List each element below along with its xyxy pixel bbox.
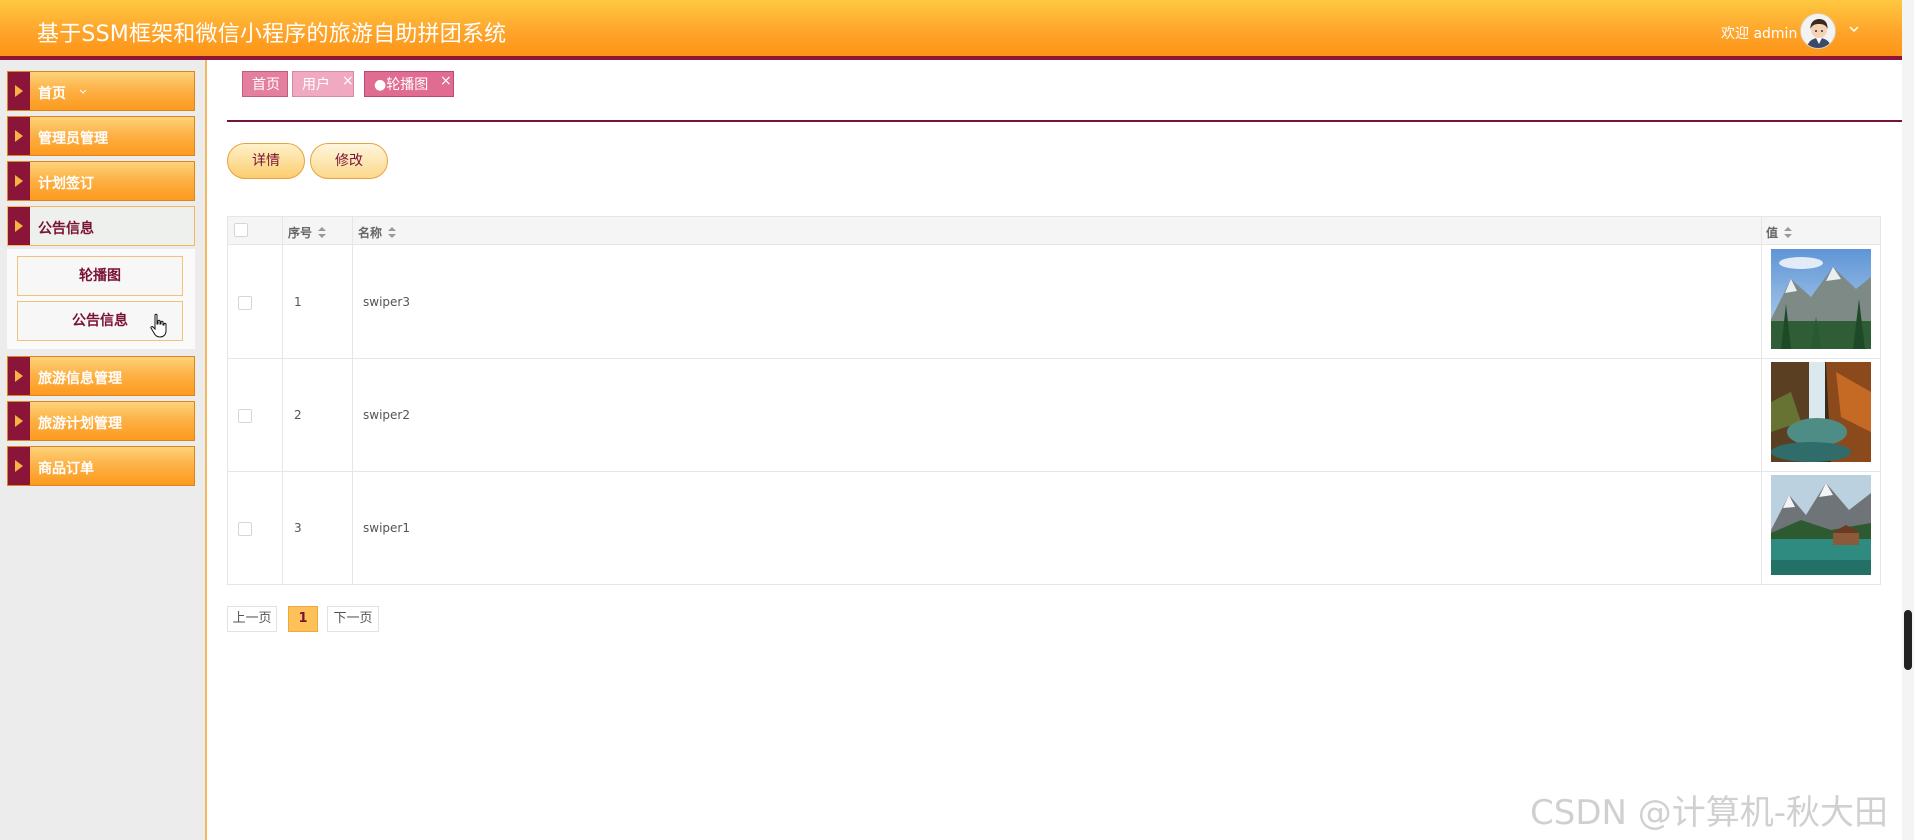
sidebar-item-label: 商品订单	[38, 461, 94, 477]
column-header-name[interactable]: 名称	[358, 224, 397, 241]
sidebar-item-label: 首页	[38, 86, 66, 102]
column-header-label: 值	[1766, 226, 1779, 240]
triangle-right-icon	[8, 447, 30, 485]
row-name: swiper3	[363, 295, 410, 309]
sort-icon[interactable]	[318, 227, 327, 238]
select-all-checkbox[interactable]	[234, 223, 248, 237]
tab-home[interactable]: 首页	[242, 71, 288, 97]
chevron-down-icon[interactable]	[1847, 22, 1861, 36]
row-index: 1	[294, 295, 302, 309]
app-title: 基于SSM框架和微信小程序的旅游自助拼团系统	[37, 22, 507, 47]
sidebar-item-announcements[interactable]: 公告信息	[7, 206, 195, 246]
table-row[interactable]: 1 swiper3	[228, 246, 1880, 359]
sidebar-item-label: 旅游计划管理	[38, 416, 122, 432]
table-row[interactable]: 2 swiper2	[228, 359, 1880, 472]
row-name: swiper2	[363, 408, 410, 422]
triangle-right-icon	[8, 207, 30, 245]
sidebar-item-home[interactable]: 首页	[7, 71, 195, 111]
column-header-label: 序号	[288, 226, 313, 240]
row-checkbox[interactable]	[238, 522, 252, 536]
column-header-value[interactable]: 值	[1766, 224, 1793, 241]
close-icon[interactable]: ×	[342, 68, 354, 94]
tab-divider	[227, 120, 1902, 122]
tab-users[interactable]: 用户 ×	[292, 71, 354, 97]
sidebar: 首页 管理员管理 计划签订 公告信息 轮播图 公告信息 旅游信息管理 旅游计划管…	[0, 60, 207, 840]
close-icon[interactable]: ×	[440, 68, 452, 94]
sort-icon[interactable]	[1784, 227, 1793, 238]
prev-page-button[interactable]: 上一页	[227, 606, 277, 632]
mountain-lake-photo[interactable]	[1771, 249, 1871, 349]
app-header: 基于SSM框架和微信小程序的旅游自助拼团系统 欢迎 admin	[0, 0, 1902, 60]
sidebar-item-label: 旅游信息管理	[38, 371, 122, 387]
triangle-right-icon	[8, 357, 30, 395]
user-avatar-icon[interactable]	[1800, 13, 1836, 49]
tab-label: ●轮播图	[374, 77, 429, 93]
page-scrollbar[interactable]	[1902, 0, 1914, 840]
row-index: 3	[294, 521, 302, 535]
sidebar-item-travel-info[interactable]: 旅游信息管理	[7, 356, 195, 396]
waterfall-photo[interactable]	[1771, 362, 1871, 462]
column-header-label: 名称	[358, 226, 383, 240]
triangle-right-icon	[8, 402, 30, 440]
table-row[interactable]: 3 swiper1	[228, 472, 1880, 585]
row-checkbox[interactable]	[238, 409, 252, 423]
sidebar-item-travel-plan[interactable]: 旅游计划管理	[7, 401, 195, 441]
edit-button[interactable]: 修改	[310, 143, 388, 179]
sidebar-item-label: 计划签订	[38, 176, 94, 192]
sidebar-item-orders[interactable]: 商品订单	[7, 446, 195, 486]
triangle-right-icon	[8, 117, 30, 155]
sidebar-item-label: 管理员管理	[38, 131, 108, 147]
scrollbar-thumb[interactable]	[1904, 610, 1912, 670]
column-header-index[interactable]: 序号	[288, 224, 327, 241]
next-page-button[interactable]: 下一页	[327, 606, 379, 632]
triangle-right-icon	[8, 72, 30, 110]
page-number-button[interactable]: 1	[288, 606, 318, 632]
tab-carousel[interactable]: ●轮播图 ×	[364, 71, 454, 97]
welcome-text: 欢迎 admin	[1721, 26, 1798, 42]
sidebar-item-admin-management[interactable]: 管理员管理	[7, 116, 195, 156]
detail-button[interactable]: 详情	[227, 143, 305, 179]
tab-label: 用户	[302, 77, 330, 93]
sort-icon[interactable]	[388, 227, 397, 238]
row-checkbox[interactable]	[238, 296, 252, 310]
sidebar-item-label: 公告信息	[38, 221, 94, 237]
chevron-down-icon	[79, 89, 87, 94]
tab-label: 首页	[252, 77, 280, 93]
table-header: 序号 名称 值	[228, 217, 1880, 245]
alpine-lake-photo[interactable]	[1771, 475, 1871, 575]
row-name: swiper1	[363, 521, 410, 535]
sidebar-item-plan-signing[interactable]: 计划签订	[7, 161, 195, 201]
data-table: 序号 名称 值 1 swiper3 2 swiper2 3 swiper1	[227, 216, 1881, 585]
row-index: 2	[294, 408, 302, 422]
hand-cursor-icon	[150, 313, 167, 338]
sidebar-subitem-carousel[interactable]: 轮播图	[17, 256, 183, 296]
triangle-right-icon	[8, 162, 30, 200]
watermark: CSDN @计算机-秋大田	[1530, 793, 1889, 833]
